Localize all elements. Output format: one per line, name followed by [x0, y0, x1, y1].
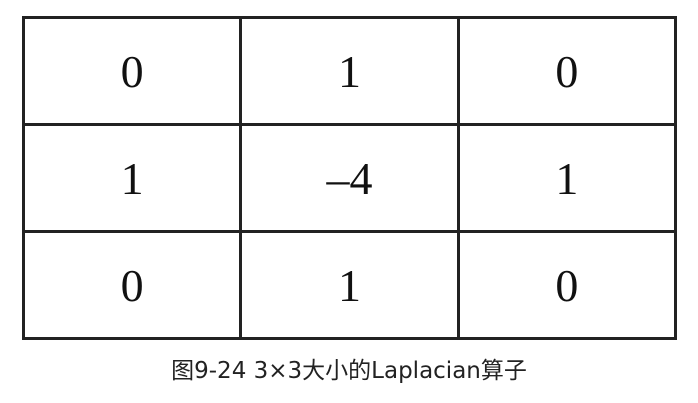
figure-caption: 图9-24 3×3大小的Laplacian算子 — [171, 358, 527, 384]
table-cell: 0 — [21, 230, 243, 340]
table-cell: 1 — [21, 123, 243, 233]
table-row: 1 –4 1 — [21, 123, 678, 233]
table-row: 0 1 0 — [21, 16, 678, 126]
table-cell: 0 — [456, 230, 678, 340]
table-cell: 1 — [239, 230, 460, 340]
table-cell: 1 — [239, 16, 460, 126]
table-row: 0 1 0 — [21, 230, 678, 340]
table-cell: 1 — [456, 123, 678, 233]
table-cell: 0 — [456, 16, 678, 126]
table-cell: 0 — [21, 16, 243, 126]
laplacian-kernel-table: 0 1 0 1 –4 1 0 1 0 — [21, 16, 678, 340]
table-cell: –4 — [239, 123, 460, 233]
